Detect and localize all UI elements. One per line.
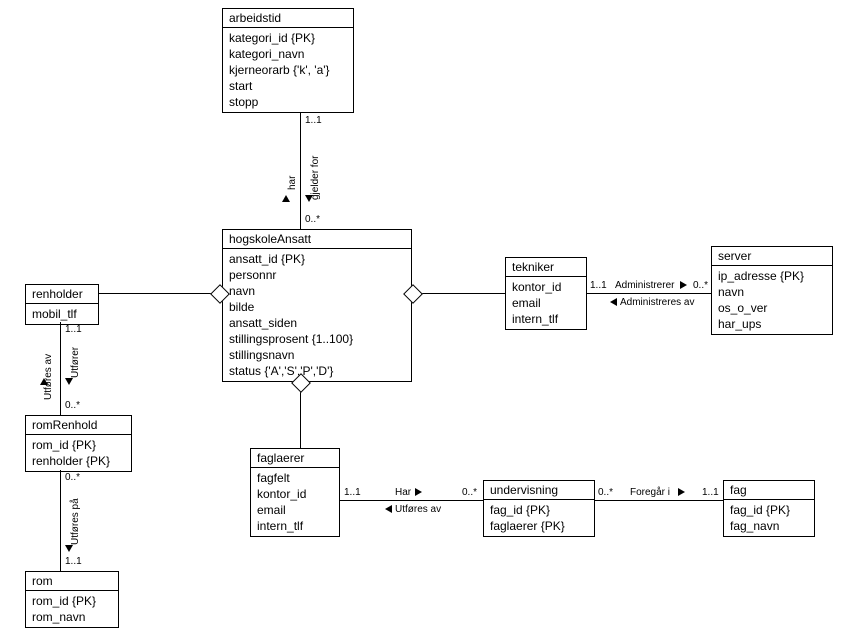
- cardinality: 0..*: [65, 400, 80, 411]
- entity-title: hogskoleAnsatt: [223, 230, 411, 249]
- connector-tekniker-hogskoleAnsatt: [411, 293, 505, 294]
- entity-tekniker: tekniker kontor_id email intern_tlf: [505, 257, 587, 330]
- entity-attrs: rom_id {PK} rom_navn: [26, 591, 118, 627]
- cardinality: 0..*: [693, 280, 708, 291]
- relation-label: Utfører: [70, 347, 81, 378]
- entity-romRenhold: romRenhold rom_id {PK} renholder {PK}: [25, 415, 132, 472]
- arrow-icon: [680, 281, 687, 289]
- relation-label: gjelder for: [310, 156, 321, 200]
- entity-title: romRenhold: [26, 416, 131, 435]
- entity-title: arbeidstid: [223, 9, 353, 28]
- entity-attrs: rom_id {PK} renholder {PK}: [26, 435, 131, 471]
- relation-label: Utføres av: [43, 354, 54, 400]
- relation-label: har: [287, 176, 298, 190]
- arrow-icon: [40, 378, 48, 385]
- entity-attrs: fag_id {PK} fag_navn: [724, 500, 814, 536]
- entity-fag: fag fag_id {PK} fag_navn: [723, 480, 815, 537]
- entity-hogskoleAnsatt: hogskoleAnsatt ansatt_id {PK} personnr n…: [222, 229, 412, 382]
- relation-label: Administreres av: [620, 297, 694, 308]
- arrow-icon: [415, 488, 422, 496]
- cardinality: 0..*: [598, 487, 613, 498]
- entity-attrs: ip_adresse {PK} navn os_o_ver har_ups: [712, 266, 832, 334]
- cardinality: 0..*: [305, 214, 320, 225]
- arrow-icon: [305, 195, 313, 202]
- relation-label: Administrerer: [615, 280, 674, 291]
- entity-undervisning: undervisning fag_id {PK} faglaerer {PK}: [483, 480, 595, 537]
- connector-undervisning-fag: [594, 500, 723, 501]
- arrow-icon: [65, 545, 73, 552]
- arrow-icon: [385, 505, 392, 513]
- entity-attrs: kontor_id email intern_tlf: [506, 277, 586, 329]
- entity-arbeidstid: arbeidstid kategori_id {PK} kategori_nav…: [222, 8, 354, 113]
- entity-rom: rom rom_id {PK} rom_navn: [25, 571, 119, 628]
- entity-faglaerer: faglaerer fagfelt kontor_id email intern…: [250, 448, 340, 537]
- relation-label: Utføres av: [395, 504, 441, 515]
- entity-title: rom: [26, 572, 118, 591]
- entity-title: undervisning: [484, 481, 594, 500]
- cardinality: 1..1: [305, 115, 322, 126]
- cardinality: 0..*: [462, 487, 477, 498]
- connector-romRenhold-rom: [60, 470, 61, 571]
- entity-attrs: kategori_id {PK} kategori_navn kjerneora…: [223, 28, 353, 112]
- relation-label: Utføres på: [70, 498, 81, 545]
- relation-label: Foregår i: [630, 487, 670, 498]
- entity-renholder: renholder mobil_tlf: [25, 284, 99, 325]
- connector-tekniker-server: [586, 293, 711, 294]
- cardinality: 1..1: [590, 280, 607, 291]
- cardinality: 1..1: [702, 487, 719, 498]
- relation-label: Har: [395, 487, 411, 498]
- entity-title: server: [712, 247, 832, 266]
- entity-attrs: fag_id {PK} faglaerer {PK}: [484, 500, 594, 536]
- cardinality: 1..1: [65, 324, 82, 335]
- arrow-icon: [282, 195, 290, 202]
- entity-server: server ip_adresse {PK} navn os_o_ver har…: [711, 246, 833, 335]
- connector-arbeidstid-hogskoleAnsatt: [300, 113, 301, 229]
- entity-attrs: ansatt_id {PK} personnr navn bilde ansat…: [223, 249, 411, 381]
- cardinality: 1..1: [65, 556, 82, 567]
- entity-attrs: fagfelt kontor_id email intern_tlf: [251, 468, 339, 536]
- arrow-icon: [678, 488, 685, 496]
- entity-title: renholder: [26, 285, 98, 304]
- connector-renholder-romRenhold: [60, 322, 61, 415]
- connector-faglaerer-undervisning: [339, 500, 483, 501]
- arrow-icon: [610, 298, 617, 306]
- cardinality: 1..1: [344, 487, 361, 498]
- entity-title: tekniker: [506, 258, 586, 277]
- entity-attrs: mobil_tlf: [26, 304, 98, 324]
- entity-title: fag: [724, 481, 814, 500]
- arrow-icon: [65, 378, 73, 385]
- entity-title: faglaerer: [251, 449, 339, 468]
- connector-renholder-hogskoleAnsatt: [98, 293, 222, 294]
- cardinality: 0..*: [65, 472, 80, 483]
